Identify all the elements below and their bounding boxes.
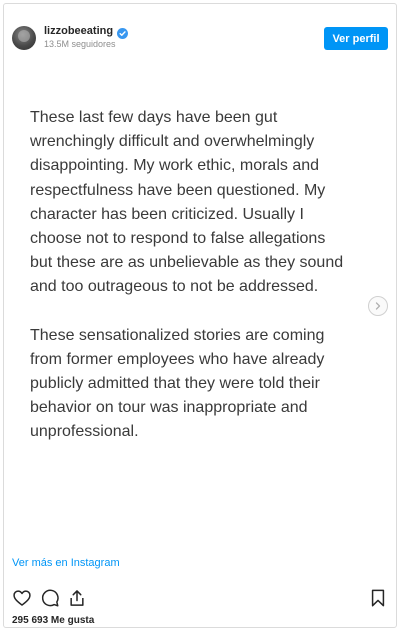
comment-icon[interactable]: [40, 588, 60, 608]
view-more-link[interactable]: Ver más en Instagram: [12, 557, 120, 569]
bookmark-icon[interactable]: [368, 588, 388, 608]
follower-count: 13.5M seguidores: [44, 39, 116, 49]
username[interactable]: lizzobeeating: [44, 25, 113, 37]
chevron-right-icon[interactable]: [368, 296, 388, 316]
post-paragraph: These sensationalized stories are coming…: [30, 326, 325, 441]
instagram-embed: lizzobeeating 13.5M seguidores Ver perfi…: [3, 3, 397, 628]
post-header: lizzobeeating 13.5M seguidores Ver perfi…: [4, 4, 396, 66]
avatar[interactable]: [12, 26, 36, 50]
verified-badge-icon: [117, 26, 129, 39]
action-bar: [4, 588, 396, 610]
post-paragraph: These last few days have been gut wrench…: [30, 109, 344, 296]
post-statement: These last few days have been gut wrench…: [30, 106, 380, 469]
share-icon[interactable]: [67, 588, 87, 608]
username-row: lizzobeeating: [44, 25, 129, 39]
heart-icon[interactable]: [12, 588, 32, 608]
like-count: 295 693 Me gusta: [12, 615, 95, 626]
post-image: These last few days have been gut wrench…: [4, 66, 396, 548]
view-profile-button[interactable]: Ver perfil: [324, 27, 388, 50]
